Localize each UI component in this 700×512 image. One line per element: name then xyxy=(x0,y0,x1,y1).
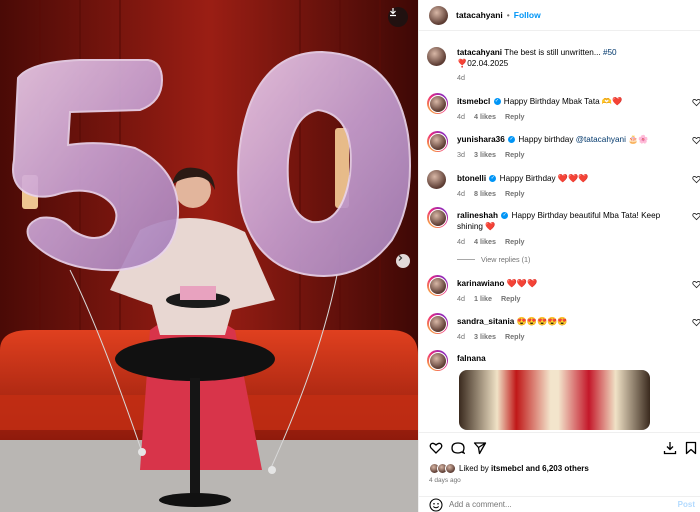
likes-summary: Liked by itsmebcl and 6,203 others xyxy=(429,463,589,474)
comment-likes[interactable]: 4 likes xyxy=(474,237,496,246)
verified-icon: ✓ xyxy=(508,136,516,144)
caption-body: The best is still unwritten... xyxy=(504,48,601,57)
comment-text: Happy Birthday ❤️❤️❤️ xyxy=(499,174,589,183)
heart-icon[interactable] xyxy=(692,280,700,289)
comment-age: 4d xyxy=(457,237,465,246)
divider xyxy=(457,259,475,260)
comment-username[interactable]: itsmebcl xyxy=(457,97,490,106)
reply-button[interactable]: Reply xyxy=(505,237,525,246)
heart-icon[interactable] xyxy=(692,175,700,184)
post-photo[interactable] xyxy=(0,0,418,512)
author-username[interactable]: tatacahyani xyxy=(456,10,503,20)
avatar[interactable] xyxy=(427,131,448,152)
verified-icon: ✓ xyxy=(501,212,509,220)
hashtag-link[interactable]: #50 xyxy=(603,48,617,57)
caption-meta: 4d xyxy=(457,73,465,82)
post-comment-button[interactable]: Post xyxy=(678,500,695,509)
post-header: tatacahyani • Follow xyxy=(419,0,700,31)
comment-text: Happy Birthday Mbak Tata 🫶❤️ xyxy=(503,97,623,106)
caption-username[interactable]: tatacahyani xyxy=(457,48,502,57)
comment-input[interactable] xyxy=(449,500,639,509)
comment-emoji: 🎂🌸 xyxy=(628,135,649,144)
avatar[interactable] xyxy=(429,5,448,25)
comment-age: 4d xyxy=(457,189,465,198)
share-icon[interactable] xyxy=(473,441,487,455)
chevron-right-icon xyxy=(398,255,403,261)
caption-date: ❣️02.04.2025 xyxy=(457,59,509,68)
reply-button[interactable]: Reply xyxy=(505,112,525,121)
comment-age: 4d xyxy=(457,332,465,341)
comment-username[interactable]: yunishara36 xyxy=(457,135,505,144)
separator-dot: • xyxy=(506,10,510,20)
comment-image[interactable] xyxy=(459,370,650,430)
comment-likes[interactable]: 8 likes xyxy=(474,189,496,198)
avatar[interactable] xyxy=(427,170,446,189)
emoji-icon[interactable] xyxy=(429,497,443,512)
comment-age: 4d xyxy=(457,112,465,121)
download-button[interactable] xyxy=(388,7,408,27)
verified-icon: ✓ xyxy=(489,175,497,183)
add-comment-bar: Post xyxy=(419,496,700,512)
comment-age: 4d xyxy=(457,294,465,303)
liked-by-others[interactable]: and 6,203 others xyxy=(526,464,589,473)
comment-username[interactable]: falnana xyxy=(457,354,486,363)
avatar[interactable] xyxy=(427,313,448,334)
avatar[interactable] xyxy=(427,93,448,114)
comment-likes[interactable]: 3 likes xyxy=(474,332,496,341)
comment-text: Happy birthday xyxy=(518,135,574,144)
comment-likes[interactable]: 1 like xyxy=(474,294,492,303)
avatar[interactable] xyxy=(427,275,448,296)
caption-age: 4d xyxy=(457,73,465,82)
heart-icon[interactable] xyxy=(692,318,700,327)
comment-username[interactable]: sandra_sitania xyxy=(457,317,514,326)
comment-username[interactable]: btonelli xyxy=(457,174,486,183)
reply-button[interactable]: Reply xyxy=(505,189,525,198)
download-icon xyxy=(390,8,396,17)
follow-button[interactable]: Follow xyxy=(514,10,541,20)
post-time: 4 days ago xyxy=(429,477,461,484)
photo-illustration xyxy=(0,0,418,512)
reply-button[interactable]: Reply xyxy=(505,150,525,159)
comment-likes[interactable]: 3 likes xyxy=(474,150,496,159)
reply-button[interactable]: Reply xyxy=(505,332,525,341)
verified-icon: ✓ xyxy=(493,98,501,106)
avatar[interactable] xyxy=(427,207,448,228)
view-replies-button[interactable]: View replies (1) xyxy=(457,255,530,264)
heart-icon[interactable] xyxy=(692,136,700,145)
bookmark-icon[interactable] xyxy=(684,441,698,455)
avatar[interactable] xyxy=(427,350,448,371)
mention-link[interactable]: @tatacahyani xyxy=(576,135,626,144)
avatar xyxy=(445,463,456,474)
avatar[interactable] xyxy=(427,47,446,66)
next-photo-button[interactable] xyxy=(396,254,410,268)
heart-icon[interactable] xyxy=(429,441,443,455)
comment-username[interactable]: ralineshah xyxy=(457,211,498,220)
save-icon[interactable] xyxy=(663,441,677,455)
post-modal: tatacahyani • Follow tatacahyani The bes… xyxy=(0,0,700,512)
comment-age: 3d xyxy=(457,150,465,159)
heart-icon[interactable] xyxy=(692,98,700,107)
view-replies-label: View replies (1) xyxy=(481,255,531,264)
reply-button[interactable]: Reply xyxy=(501,294,521,303)
liked-by-username[interactable]: itsmebcl xyxy=(491,464,523,473)
heart-icon[interactable] xyxy=(692,212,700,221)
caption-text: tatacahyani The best is still unwritten.… xyxy=(457,47,685,69)
comment-username[interactable]: karinawiano xyxy=(457,279,504,288)
comment-icon[interactable] xyxy=(451,441,465,455)
post-sidebar: tatacahyani • Follow tatacahyani The bes… xyxy=(418,0,700,512)
comment-text: 😍😍😍😍😍 xyxy=(516,317,568,326)
comment-text: ❤️❤️❤️ xyxy=(506,279,538,288)
liked-by-prefix: Liked by xyxy=(459,464,489,473)
comment-likes[interactable]: 4 likes xyxy=(474,112,496,121)
